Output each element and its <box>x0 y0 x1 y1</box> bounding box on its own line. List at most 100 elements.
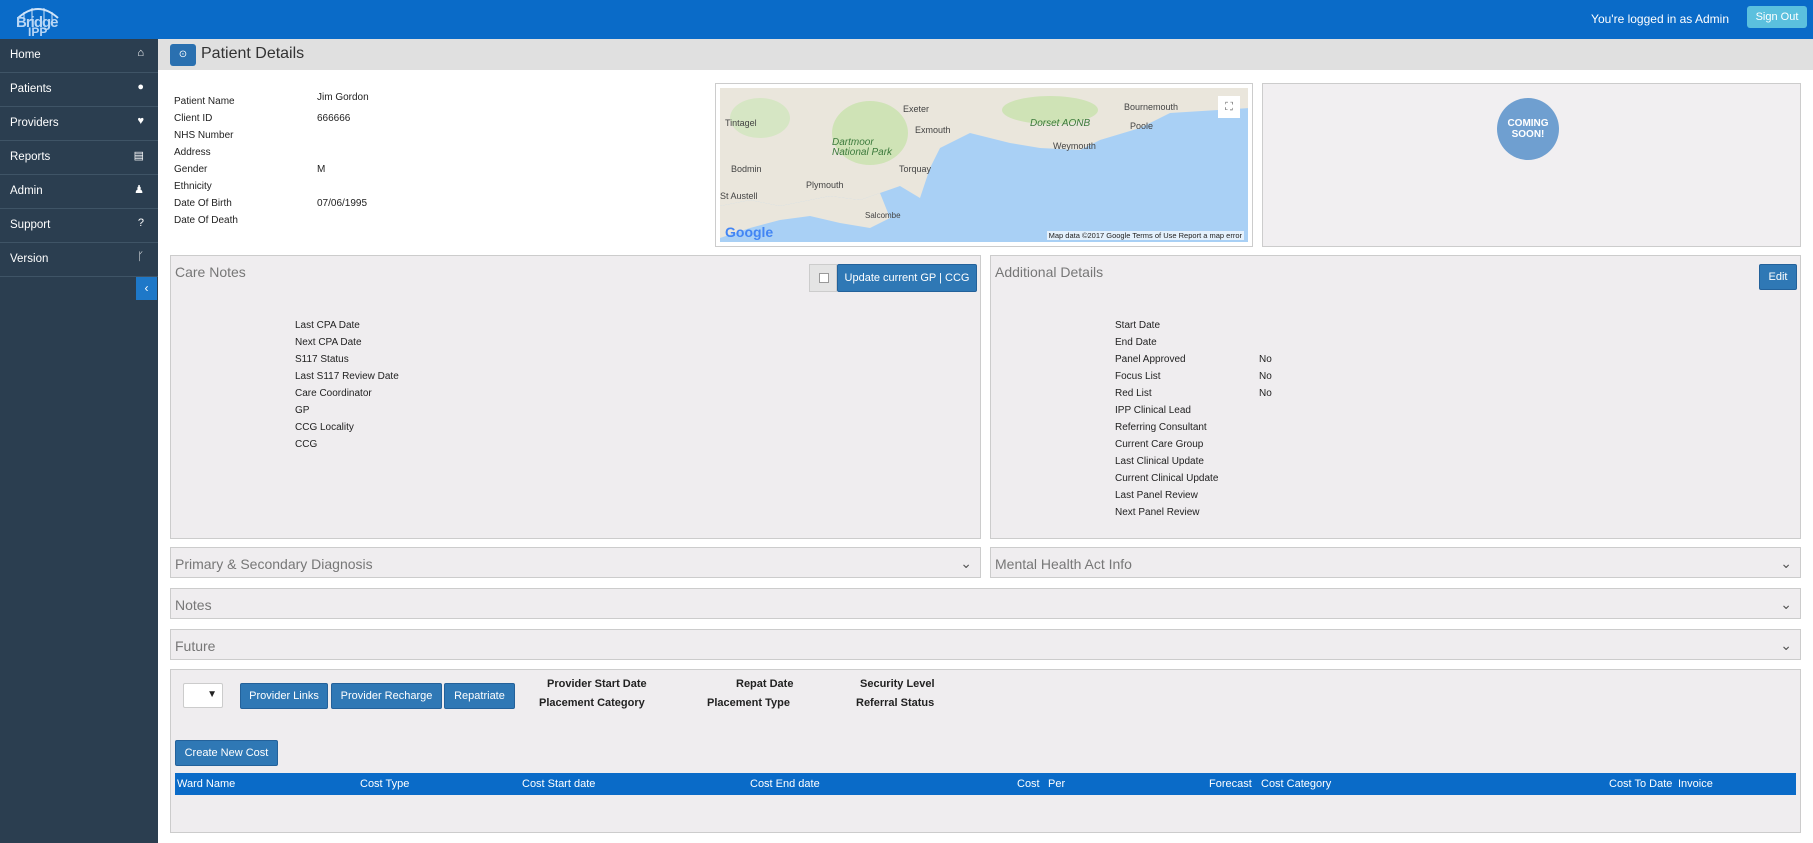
map-label-tintagel: Tintagel <box>725 118 757 128</box>
column-header-cost[interactable]: Cost <box>1017 778 1040 790</box>
back-button[interactable]: ⊙ <box>170 44 196 66</box>
care-field-label: Last CPA Date <box>295 320 360 331</box>
placement-type-label: Placement Type <box>707 697 790 709</box>
column-header-cost-type[interactable]: Cost Type <box>360 778 409 790</box>
sidebar-item-label: Providers <box>10 117 59 129</box>
book-icon: ▤ <box>133 150 144 162</box>
patient-name-label: Patient Name <box>174 96 235 107</box>
sidebar-item-label: Admin <box>10 185 43 197</box>
mental-health-act-accordion[interactable]: Mental Health Act Info ⌄ <box>990 547 1801 578</box>
mha-accordion-title: Mental Health Act Info <box>995 556 1132 572</box>
sidebar-item-admin[interactable]: Admin ♟ <box>0 175 158 209</box>
care-field-label: Care Coordinator <box>295 388 372 399</box>
coming-soon-badge: COMING SOON! <box>1497 98 1559 160</box>
patient-name-value: Jim Gordon <box>317 92 369 103</box>
additional-field-label: Panel Approved <box>1115 354 1186 365</box>
location-map[interactable]: Exeter Bournemouth Tintagel Exmouth Pool… <box>715 83 1253 247</box>
sidebar-item-patients[interactable]: Patients ● <box>0 73 158 107</box>
notes-accordion[interactable]: Notes ⌄ <box>170 588 1801 619</box>
provider-select[interactable]: ▼ <box>183 683 223 708</box>
user-icon: ● <box>137 81 144 93</box>
repatriate-button[interactable]: Repatriate <box>444 683 515 709</box>
sidebar-item-providers[interactable]: Providers ♥ <box>0 107 158 141</box>
map-attribution[interactable]: Map data ©2017 Google Terms of Use Repor… <box>1046 231 1244 240</box>
sign-out-button[interactable]: Sign Out <box>1747 6 1807 28</box>
provider-start-date-label: Provider Start Date <box>547 678 647 690</box>
additional-details-panel: Additional Details Edit Start Date End D… <box>990 255 1801 539</box>
column-header-per[interactable]: Per <box>1048 778 1065 790</box>
diagnosis-accordion[interactable]: Primary & Secondary Diagnosis ⌄ <box>170 547 981 578</box>
repat-date-label: Repat Date <box>736 678 794 690</box>
diagnosis-accordion-title: Primary & Secondary Diagnosis <box>175 556 373 572</box>
additional-field-label: Start Date <box>1115 320 1161 331</box>
sidebar-item-support[interactable]: Support? <box>0 209 158 243</box>
care-notes-title: Care Notes <box>175 264 246 280</box>
checkbox-box[interactable] <box>819 273 829 283</box>
additional-details-title: Additional Details <box>995 264 1104 280</box>
edit-button[interactable]: Edit <box>1759 264 1797 290</box>
logged-in-text: You're logged in as Admin <box>1591 12 1729 26</box>
column-header-cost-category[interactable]: Cost Category <box>1261 778 1331 790</box>
additional-field-label: Current Clinical Update <box>1115 473 1219 484</box>
coming-soon-text: COMING SOON! <box>1507 118 1549 140</box>
map-label-dartmoor: Dartmoor National Park <box>832 137 893 158</box>
future-accordion-title: Future <box>175 638 216 654</box>
client-id-label: Client ID <box>174 113 213 124</box>
fullscreen-icon[interactable]: ⛶ <box>1218 96 1240 118</box>
heartbeat-icon: ♥ <box>137 115 144 127</box>
placement-category-label: Placement Category <box>539 697 645 709</box>
page-header: ⊙ Patient Details <box>158 39 1813 70</box>
sidebar-item-reports[interactable]: Reports ▤ <box>0 141 158 175</box>
update-gp-checkbox[interactable] <box>809 264 837 292</box>
create-new-cost-button[interactable]: Create New Cost <box>175 740 278 766</box>
sidebar-item-version[interactable]: Version ᚴ <box>0 243 158 277</box>
care-field-label: S117 Status <box>295 354 349 365</box>
care-field-label: CCG <box>295 439 318 450</box>
provider-links-button[interactable]: Provider Links <box>240 683 328 709</box>
additional-field-label: Last Panel Review <box>1115 490 1198 501</box>
care-field-label: Last S117 Review Date <box>295 371 399 382</box>
referral-status-label: Referral Status <box>856 697 935 709</box>
care-field-label: GP <box>295 405 310 416</box>
additional-field-label: Current Care Group <box>1115 439 1204 450</box>
provider-recharge-button[interactable]: Provider Recharge <box>331 683 442 709</box>
additional-field-label: End Date <box>1115 337 1157 348</box>
map-label-torquay: Torquay <box>899 164 932 174</box>
column-header-cost-end[interactable]: Cost End date <box>750 778 820 790</box>
additional-field-label: Next Panel Review <box>1115 507 1200 518</box>
update-gp-ccg-button[interactable]: Update current GP | CCG <box>837 264 977 292</box>
sidebar-collapse-button[interactable]: ‹ <box>136 277 157 300</box>
additional-field-value: No <box>1259 354 1272 365</box>
column-header-ward-name[interactable]: Ward Name <box>177 778 235 790</box>
branch-icon: ᚴ <box>137 251 144 263</box>
map-label-exeter: Exeter <box>903 104 930 114</box>
gender-label: Gender <box>174 164 208 175</box>
additional-field-value: No <box>1259 388 1272 399</box>
dob-label: Date Of Birth <box>174 198 232 209</box>
column-header-invoice[interactable]: Invoice <box>1678 778 1713 790</box>
address-label: Address <box>174 147 211 158</box>
chevron-down-icon: ⌄ <box>1780 596 1792 612</box>
dob-value: 07/06/1995 <box>317 198 368 209</box>
additional-field-label: IPP Clinical Lead <box>1115 405 1191 416</box>
sidebar-item-label: Reports <box>10 151 51 163</box>
map-label-dorset-aonb: Dorset AONB <box>1030 118 1091 129</box>
column-header-cost-start[interactable]: Cost Start date <box>522 778 595 790</box>
column-header-forecast[interactable]: Forecast <box>1209 778 1252 790</box>
care-field-label: Next CPA Date <box>295 337 362 348</box>
map-label-exmouth: Exmouth <box>915 125 951 135</box>
map-label-poole: Poole <box>1130 121 1154 131</box>
security-level-label: Security Level <box>860 678 935 690</box>
future-accordion[interactable]: Future ⌄ <box>170 629 1801 660</box>
sidebar: Home ⌂ Patients ● Providers ♥ Reports ▤ Admi… <box>0 39 158 843</box>
sidebar-item-label: Support <box>10 219 51 231</box>
chevron-down-icon: ⌄ <box>1780 637 1792 653</box>
care-field-label: CCG Locality <box>295 422 354 433</box>
column-header-cost-to-date[interactable]: Cost To Date <box>1609 778 1672 790</box>
app-logo[interactable]: Bridge IPP <box>14 2 62 39</box>
ethnicity-label: Ethnicity <box>174 181 212 192</box>
chevron-left-icon: ‹ <box>144 281 149 295</box>
sidebar-item-home[interactable]: Home ⌂ <box>0 39 158 73</box>
map-canvas[interactable]: Exeter Bournemouth Tintagel Exmouth Pool… <box>720 88 1248 242</box>
additional-field-label: Focus List <box>1115 371 1161 382</box>
